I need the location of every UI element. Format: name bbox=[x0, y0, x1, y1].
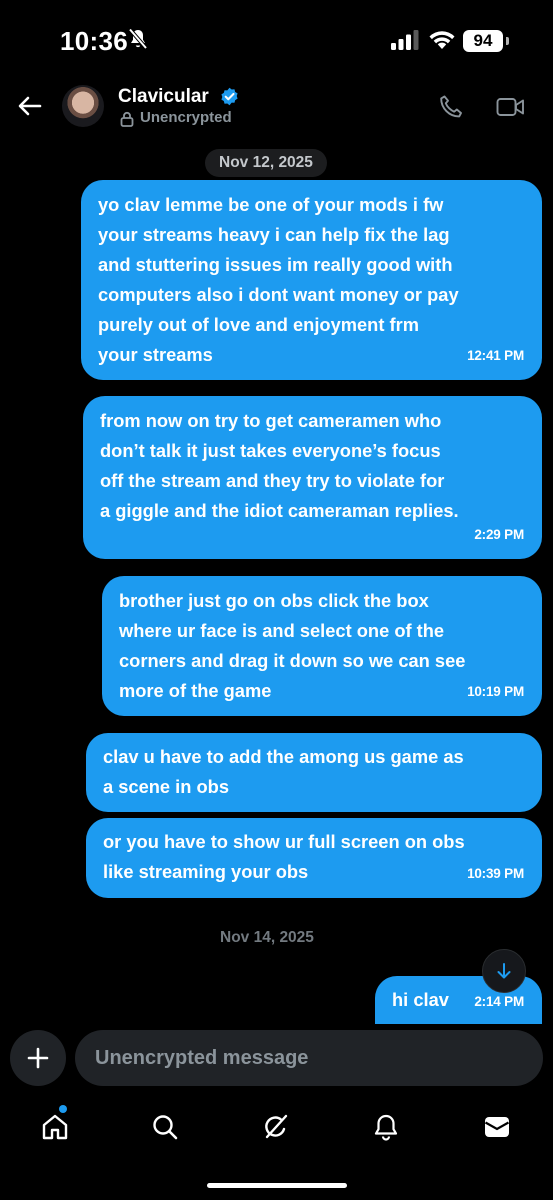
message-text: your streams bbox=[98, 344, 213, 365]
bell-icon bbox=[374, 1114, 398, 1141]
contact-name[interactable]: Clavicular bbox=[118, 86, 209, 108]
message-composer bbox=[0, 1028, 553, 1088]
scroll-to-bottom-button[interactable] bbox=[482, 949, 526, 993]
home-icon bbox=[42, 1114, 68, 1140]
message-text: like streaming your obs bbox=[103, 861, 309, 882]
message-bubble[interactable]: or you have to show ur full screen on ob… bbox=[86, 818, 542, 898]
plus-icon bbox=[27, 1047, 49, 1069]
notification-dot bbox=[59, 1105, 67, 1113]
message-input[interactable] bbox=[75, 1030, 543, 1086]
verified-badge-icon bbox=[221, 87, 238, 106]
bell-slash-icon bbox=[128, 28, 148, 50]
encryption-status: Unencrypted bbox=[140, 109, 232, 126]
lock-icon bbox=[120, 111, 134, 127]
message-bubble[interactable]: yo clav lemme be one of your mods i fw y… bbox=[81, 180, 542, 380]
message-text: a giggle and the idiot cameraman replies… bbox=[100, 500, 459, 521]
message-text: more of the game bbox=[119, 680, 272, 701]
battery-cap bbox=[506, 37, 509, 45]
message-text: brother just go on obs click the box bbox=[119, 590, 429, 611]
mail-icon bbox=[484, 1117, 510, 1137]
message-bubble[interactable]: clav u have to add the among us game as … bbox=[86, 733, 542, 812]
battery-level: 94 bbox=[473, 31, 493, 50]
message-bubble[interactable]: from now on try to get cameramen who don… bbox=[83, 396, 542, 559]
message-timestamp: 2:29 PM bbox=[474, 527, 524, 542]
tab-search[interactable] bbox=[145, 1107, 185, 1147]
date-separator: Nov 14, 2025 bbox=[220, 929, 314, 946]
grok-icon bbox=[265, 1114, 288, 1139]
add-attachment-button[interactable] bbox=[10, 1030, 66, 1086]
status-time: 10:36 bbox=[60, 26, 128, 56]
message-text: a scene in obs bbox=[103, 776, 229, 797]
status-bar: 10:36 94 bbox=[0, 0, 553, 80]
tab-messages[interactable] bbox=[477, 1107, 517, 1147]
message-text: yo clav lemme be one of your mods i fw bbox=[98, 194, 444, 215]
message-timestamp: 12:41 PM bbox=[467, 348, 524, 363]
message-text: corners and drag it down so we can see bbox=[119, 650, 466, 671]
tab-notifications[interactable] bbox=[366, 1107, 406, 1147]
message-text: off the stream and they try to violate f… bbox=[100, 470, 445, 491]
message-text: purely out of love and enjoyment frm bbox=[98, 314, 419, 335]
home-indicator bbox=[207, 1183, 347, 1188]
date-separator: Nov 12, 2025 bbox=[205, 149, 327, 177]
arrow-down-icon bbox=[497, 963, 511, 979]
message-text: don’t talk it just takes everyone’s focu… bbox=[100, 440, 441, 461]
message-text: clav u have to add the among us game as bbox=[103, 746, 464, 767]
wifi-icon bbox=[429, 31, 455, 49]
message-text: computers also i dont want money or pay bbox=[98, 284, 459, 305]
message-text: or you have to show ur full screen on ob… bbox=[103, 831, 465, 852]
conversation-header: Clavicular Unencrypted bbox=[0, 80, 553, 140]
video-camera-icon[interactable] bbox=[496, 96, 526, 118]
message-text: and stuttering issues im really good wit… bbox=[98, 254, 453, 275]
message-text: from now on try to get cameramen who bbox=[100, 410, 442, 431]
arrow-left-icon[interactable] bbox=[16, 92, 44, 120]
message-text: where ur face is and select one of the bbox=[119, 620, 445, 641]
search-icon bbox=[153, 1115, 178, 1140]
tab-grok[interactable] bbox=[256, 1107, 296, 1147]
battery-indicator: 94 bbox=[463, 30, 503, 52]
message-bubble[interactable]: brother just go on obs click the box whe… bbox=[102, 576, 542, 716]
message-text: your streams heavy i can help fix the la… bbox=[98, 224, 450, 245]
message-timestamp: 10:39 PM bbox=[467, 866, 524, 881]
avatar[interactable] bbox=[62, 85, 104, 127]
phone-icon[interactable] bbox=[438, 94, 464, 120]
tab-home[interactable] bbox=[35, 1107, 75, 1147]
cell-signal-icon bbox=[391, 30, 419, 50]
message-timestamp: 10:19 PM bbox=[467, 684, 524, 699]
